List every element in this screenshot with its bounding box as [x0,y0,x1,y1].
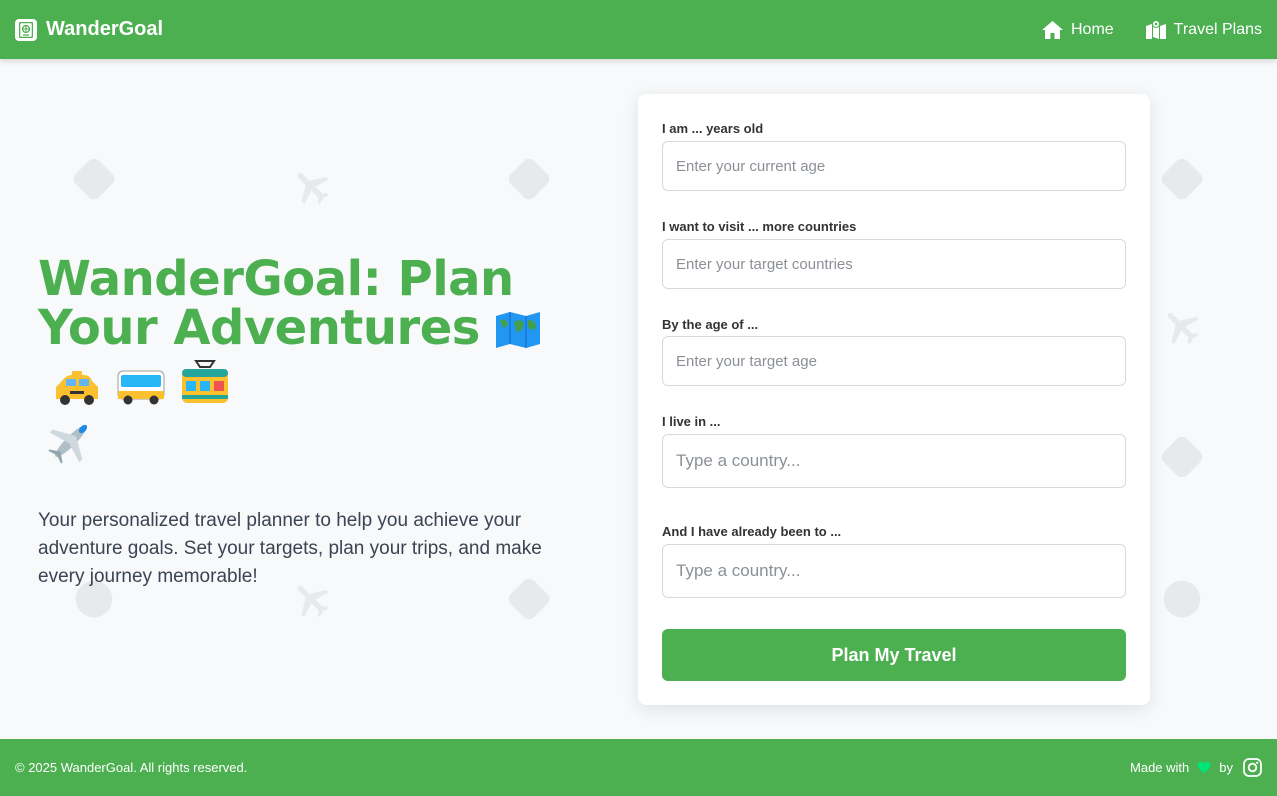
travel-form-card: I am ... years old I want to visit ... m… [638,94,1150,705]
map-icon [1145,20,1166,39]
made-with-text: Made with [1130,760,1190,775]
plane-icon [297,172,329,205]
target-age-label: By the age of ... [662,317,759,332]
globe-icon [1163,580,1201,618]
bus-icon [116,367,166,416]
nav-travel-plans-label: Travel Plans [1173,20,1262,38]
nav-home[interactable]: Home [1041,20,1114,39]
hero-description: Your personalized travel planner to help… [38,510,542,587]
target-countries-input[interactable] [662,239,1126,289]
by-text: by [1219,760,1233,775]
hero-title: WanderGoal: Plan Your Adventures [38,255,598,475]
footer: © 2025 WanderGoal. All rights reserved. … [0,739,1277,796]
age-input[interactable] [662,141,1126,191]
hero-section: WanderGoal: Plan Your Adventures Your pe… [38,255,598,591]
nav-travel-plans[interactable]: Travel Plans [1145,20,1262,39]
countries-label: I want to visit ... more countries [662,219,857,234]
main-nav: Home Travel Plans [1041,20,1262,39]
tram-icon [180,359,230,416]
live-label: I live in ... [662,414,721,429]
brand-name: WanderGoal [46,18,164,40]
age-label: I am ... years old [662,121,764,136]
passport-logo-icon [15,18,37,41]
passport-icon [1161,436,1203,478]
nav-home-label: Home [1070,20,1114,38]
plan-my-travel-button[interactable]: Plan My Travel [662,629,1126,681]
plane-icon [1167,312,1199,345]
top-navbar: WanderGoal Home Travel Plans [0,0,1277,59]
visited-countries-input[interactable] [662,544,1126,598]
passport-icon [508,158,550,200]
airplane-icon [46,416,96,475]
taxi-icon [52,367,102,416]
passport-icon [73,158,115,200]
target-age-input[interactable] [662,336,1126,386]
home-icon [1041,20,1063,39]
hero-title-text: WanderGoal: Plan Your Adventures [38,251,514,356]
world-map-icon [494,310,542,359]
made-with: Made with by [1130,758,1262,777]
passport-icon [1161,158,1203,200]
instagram-icon[interactable] [1243,758,1262,777]
home-country-input[interactable] [662,434,1126,488]
copyright-text: © 2025 WanderGoal. All rights reserved. [15,760,248,775]
visited-label: And I have already been to ... [662,524,842,539]
heart-icon [1197,761,1211,774]
brand[interactable]: WanderGoal [15,18,163,41]
